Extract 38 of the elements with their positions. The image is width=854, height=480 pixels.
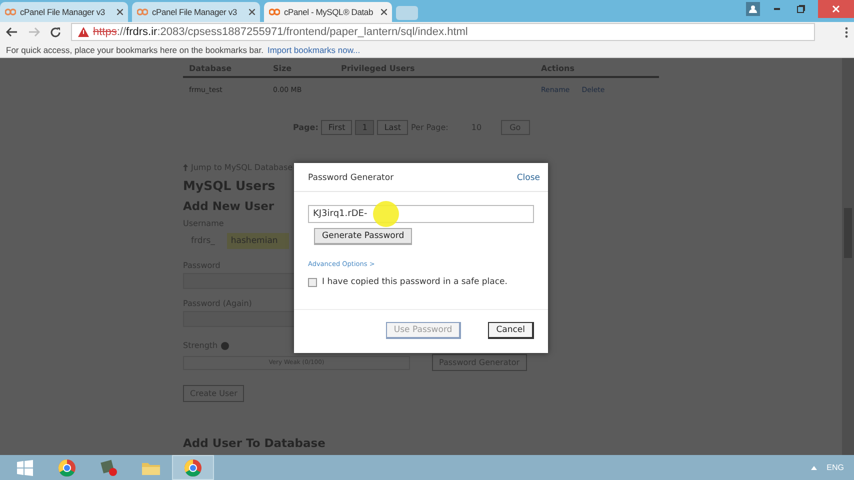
reload-icon[interactable] [50, 26, 61, 38]
checkbox[interactable] [308, 278, 317, 286]
cpanel-icon [137, 8, 148, 16]
back-icon[interactable] [6, 27, 18, 37]
cpanel-icon [5, 8, 16, 16]
cpanel-icon [269, 8, 280, 16]
browser-tab[interactable]: cPanel - MySQL® Datab [264, 2, 392, 22]
restore-button[interactable] [794, 2, 808, 16]
close-link[interactable]: Close [516, 173, 540, 183]
page-button[interactable]: First [321, 120, 352, 135]
browser-tab[interactable]: cPanel File Manager v3 [132, 2, 260, 22]
windows-start-icon[interactable] [17, 460, 33, 476]
language-indicator[interactable]: ENG [826, 463, 844, 472]
chrome-icon[interactable] [184, 458, 202, 476]
page-button[interactable]: Last [377, 120, 408, 135]
up-arrow-icon [183, 164, 188, 171]
tray-arrow-icon[interactable] [810, 466, 817, 470]
menu-icon[interactable] [845, 26, 848, 38]
close-icon[interactable] [117, 9, 123, 15]
dialog-title: Password Generator [308, 173, 394, 183]
import-bookmarks-link[interactable]: Import bookmarks now... [267, 44, 360, 54]
browser-tab[interactable]: cPanel File Manager v3 [0, 2, 128, 22]
chrome-icon[interactable] [58, 458, 76, 476]
close-icon[interactable] [249, 9, 255, 15]
close-icon [832, 5, 840, 13]
generate-password-button[interactable]: Generate Password [314, 228, 412, 245]
info-icon [220, 342, 229, 350]
address-bar[interactable]: https://frdrs.ir:2083/cpsess1887255971/frontend/paper_lantern/sql/index.html [71, 23, 815, 41]
close-button[interactable] [818, 0, 854, 18]
cancel-button[interactable]: Cancel [488, 322, 534, 339]
checkbox-label: I have copied this password in a safe place. [322, 277, 508, 287]
minimize-icon [774, 8, 780, 10]
app-icon[interactable] [100, 458, 118, 476]
profile-button[interactable] [746, 2, 760, 16]
bookmarks-message: For quick access, place your bookmarks here on the bookmarks bar. [6, 44, 264, 54]
person-icon [749, 5, 757, 13]
restore-icon [797, 5, 805, 13]
close-icon[interactable] [381, 9, 387, 15]
